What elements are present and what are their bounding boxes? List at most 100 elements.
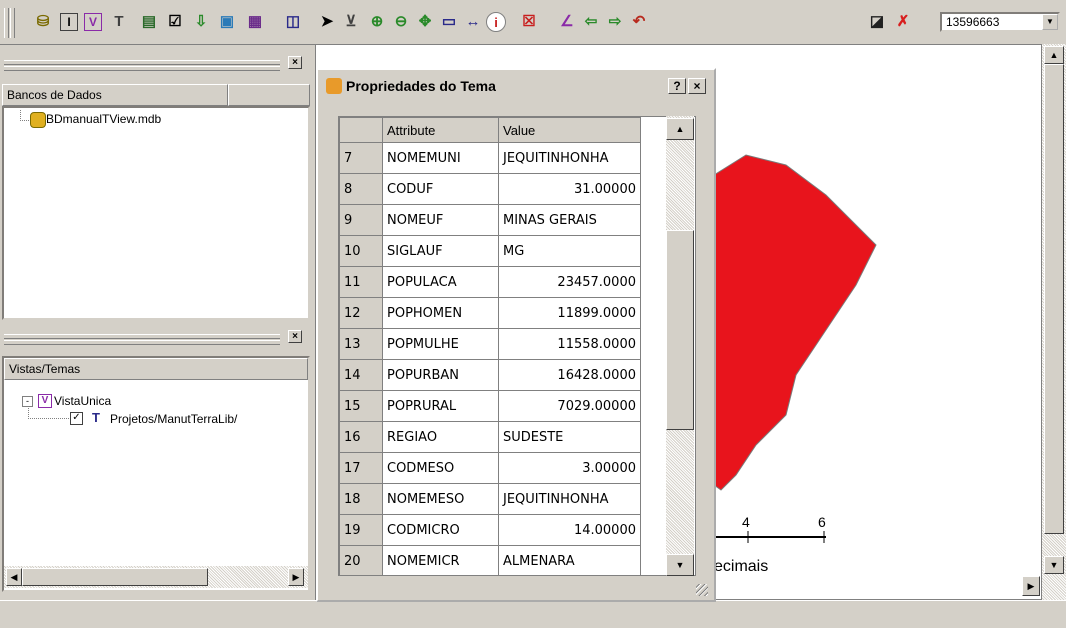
attribute-cell[interactable]: POPULACA xyxy=(382,266,499,298)
databases-tree[interactable]: BDmanualTView.mdb xyxy=(2,106,310,320)
table-row[interactable]: 18 NOMEMESO JEQUITINHONHA xyxy=(339,483,641,515)
table-row[interactable]: 16 REGIAO SUDESTE xyxy=(339,421,641,453)
attribute-cell[interactable]: REGIAO xyxy=(382,421,499,453)
scroll-right-icon[interactable]: ▶ xyxy=(288,568,304,586)
attribute-cell[interactable]: NOMEMICR xyxy=(382,545,499,575)
panel-grip[interactable] xyxy=(4,340,280,345)
window-icon[interactable]: ▣ xyxy=(216,10,238,32)
table-row[interactable]: 20 NOMEMICR ALMENARA xyxy=(339,545,641,575)
close-icon[interactable]: × xyxy=(288,330,302,343)
value-cell[interactable]: ALMENARA xyxy=(498,545,641,575)
scale-combobox[interactable]: 13596663 ▼ xyxy=(940,12,1060,32)
zoom-in-icon[interactable]: ⊕ xyxy=(366,10,388,32)
dialog-title-bar[interactable]: Propriedades do Tema ? × xyxy=(320,72,712,100)
close-button[interactable]: × xyxy=(688,78,706,94)
view-icon[interactable]: V xyxy=(84,13,102,31)
edit-icon[interactable]: ☒ xyxy=(518,10,540,32)
attribute-cell[interactable]: POPHOMEN xyxy=(382,297,499,329)
table-row[interactable]: 19 CODMICRO 14.00000 xyxy=(339,514,641,546)
table-row[interactable]: 17 CODMESO 3.00000 xyxy=(339,452,641,484)
attribute-cell[interactable]: POPMULHE xyxy=(382,328,499,360)
scroll-up-icon[interactable]: ▲ xyxy=(666,118,694,140)
scroll-up-icon[interactable]: ▲ xyxy=(1044,46,1064,64)
tree-item-database[interactable]: BDmanualTView.mdb xyxy=(46,112,161,126)
chevron-down-icon[interactable]: ▼ xyxy=(1042,14,1058,30)
value-cell[interactable]: JEQUITINHONHA xyxy=(498,142,641,174)
attribute-cell[interactable]: NOMEUF xyxy=(382,204,499,236)
table-row[interactable]: 14 POPURBAN 16428.0000 xyxy=(339,359,641,391)
toolbar-grip[interactable] xyxy=(10,8,15,38)
value-cell[interactable]: SUDESTE xyxy=(498,421,641,453)
table-row[interactable]: 11 POPULACA 23457.0000 xyxy=(339,266,641,298)
attribute-cell[interactable]: POPURBAN xyxy=(382,359,499,391)
arrow-down-icon[interactable]: ⇩ xyxy=(190,10,212,32)
scroll-down-icon[interactable]: ▼ xyxy=(666,554,694,576)
table-row[interactable]: 9 NOMEUF MINAS GERAIS xyxy=(339,204,641,236)
value-cell[interactable]: MINAS GERAIS xyxy=(498,204,641,236)
value-cell[interactable]: JEQUITINHONHA xyxy=(498,483,641,515)
value-cell[interactable]: 31.00000 xyxy=(498,173,641,205)
export-icon[interactable]: ☑ xyxy=(164,10,186,32)
attribute-cell[interactable]: CODMICRO xyxy=(382,514,499,546)
value-cell[interactable]: 11558.0000 xyxy=(498,328,641,360)
delete-icon[interactable]: ✗ xyxy=(892,10,914,32)
attribute-cell[interactable]: POPRURAL xyxy=(382,390,499,422)
panel-grip[interactable] xyxy=(4,60,280,65)
value-cell[interactable]: MG xyxy=(498,235,641,267)
resize-grip-icon[interactable] xyxy=(696,584,708,596)
value-cell[interactable]: 23457.0000 xyxy=(498,266,641,298)
select-icon[interactable]: ⊻ xyxy=(340,10,362,32)
attribute-cell[interactable]: CODUF xyxy=(382,173,499,205)
pointer-icon[interactable]: ➤ xyxy=(316,10,338,32)
import-icon[interactable]: ▤ xyxy=(138,10,160,32)
info-icon[interactable]: i xyxy=(486,12,506,32)
zoom-out-icon[interactable]: ⊖ xyxy=(390,10,412,32)
undo-icon[interactable]: ↶ xyxy=(628,10,650,32)
map-scrollbar-thumb[interactable] xyxy=(1044,64,1064,534)
scroll-left-icon[interactable]: ◀ xyxy=(6,568,22,586)
attribute-cell[interactable]: NOMEMUNI xyxy=(382,142,499,174)
attribute-cell[interactable]: CODMESO xyxy=(382,452,499,484)
panel-grip[interactable] xyxy=(4,334,280,339)
checkbox-icon[interactable]: ✓ xyxy=(70,412,83,425)
scrollbar-thumb[interactable] xyxy=(22,568,208,586)
grid-scrollbar-thumb[interactable] xyxy=(666,230,694,430)
table-row[interactable]: 15 POPRURAL 7029.00000 xyxy=(339,390,641,422)
attribute-grid[interactable]: Attribute Value 7 NOMEMUNI JEQUITINHONHA 8 C… xyxy=(338,116,696,576)
database-icon[interactable]: ⛁ xyxy=(32,10,54,32)
grid-icon[interactable]: ▦ xyxy=(244,10,266,32)
table-row[interactable]: 8 CODUF 31.00000 xyxy=(339,173,641,205)
tree-item-theme[interactable]: Projetos/ManutTerraLib/ xyxy=(110,412,237,426)
table-row[interactable]: 12 POPHOMEN 11899.0000 xyxy=(339,297,641,329)
arrow-right-icon[interactable]: ⇨ xyxy=(604,10,626,32)
attribute-cell[interactable]: NOMEMESO xyxy=(382,483,499,515)
value-cell[interactable]: 14.00000 xyxy=(498,514,641,546)
table-row[interactable]: 10 SIGLAUF MG xyxy=(339,235,641,267)
toolbar-grip[interactable] xyxy=(4,8,9,38)
help-button[interactable]: ? xyxy=(668,78,686,94)
scroll-down-icon[interactable]: ▼ xyxy=(1044,556,1064,574)
cursor-select-icon[interactable]: ◪ xyxy=(866,10,888,32)
zoom-area-icon[interactable]: ▭ xyxy=(438,10,460,32)
views-tree[interactable]: Vistas/Temas - V VistaUnica ✓ T Projetos… xyxy=(2,356,310,592)
table-row[interactable]: 7 NOMEMUNI JEQUITINHONHA xyxy=(339,142,641,174)
line-icon[interactable]: ∠ xyxy=(556,10,578,32)
column-header-attribute[interactable]: Attribute xyxy=(382,117,499,143)
table-row[interactable]: 13 POPMULHE 11558.0000 xyxy=(339,328,641,360)
panel-grip[interactable] xyxy=(4,66,280,71)
value-cell[interactable]: 3.00000 xyxy=(498,452,641,484)
pan-icon[interactable]: ✥ xyxy=(414,10,436,32)
value-cell[interactable]: 16428.0000 xyxy=(498,359,641,391)
value-cell[interactable]: 11899.0000 xyxy=(498,297,641,329)
theme-icon[interactable]: T xyxy=(108,10,130,32)
attribute-cell[interactable]: SIGLAUF xyxy=(382,235,499,267)
column-header-value[interactable]: Value xyxy=(498,117,641,143)
row-index: 15 xyxy=(339,390,383,422)
value-cell[interactable]: 7029.00000 xyxy=(498,390,641,422)
table-icon[interactable]: ◫ xyxy=(282,10,304,32)
close-icon[interactable]: × xyxy=(288,56,302,69)
scroll-right-icon[interactable]: ▶ xyxy=(1022,576,1040,596)
arrow-left-icon[interactable]: ⇦ xyxy=(580,10,602,32)
infolayer-icon[interactable]: I xyxy=(60,13,78,31)
measure-icon[interactable]: ↔ xyxy=(462,10,484,32)
